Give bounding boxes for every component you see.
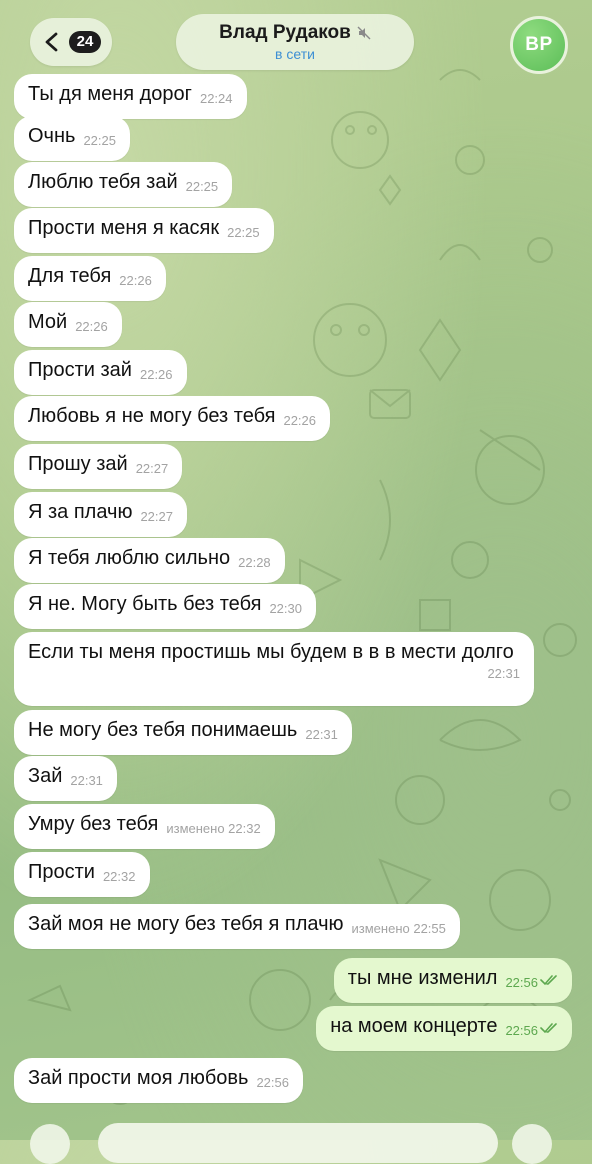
incoming-message[interactable]: Я тебя люблю сильно 22:28 [14,538,285,583]
incoming-message[interactable]: Я за плачю 22:27 [14,492,187,537]
attach-button[interactable] [30,1124,70,1164]
incoming-message[interactable]: Зай моя не могу без тебя я плачю изменено… [14,904,460,949]
incoming-message[interactable]: Я не. Могу быть без тебя 22:30 [14,584,316,629]
incoming-message[interactable]: Очнь 22:25 [14,116,130,161]
message-time: 22:25 [185,179,219,194]
message-time: 22:56 [505,975,538,990]
double-check-icon [540,975,557,986]
message-text: Очнь [28,125,76,147]
message-time: 22:24 [199,91,233,106]
message-text: Не могу без тебя понимаешь [28,719,298,741]
message-time: 22:31 [70,773,103,788]
message-time: 22:27 [140,509,173,524]
chat-header[interactable]: Влад Рудаков в сети [176,14,414,70]
incoming-message[interactable]: Люблю тебя зай 22:25 [14,162,233,207]
message-text: Люблю тебя зай [28,171,178,193]
message-text: Зай прости моя любовь [28,1067,249,1089]
outgoing-message[interactable]: ты мне изменил 22:56 [333,958,572,1003]
incoming-message[interactable]: Прости меня я касяк 22:25 [14,208,274,253]
message-text: Ты дя меня дорог [28,83,192,105]
avatar-initials: ВР [525,34,553,55]
message-text: на моем концерте [330,1015,498,1037]
incoming-message[interactable]: Прости зай 22:26 [14,350,187,395]
message-time: 22:30 [269,601,302,616]
avatar[interactable]: ВР [510,16,568,74]
message-text: Если ты меня простишь мы будем в в в мес… [28,641,514,663]
message-time: 22:25 [83,133,116,148]
message-text: Мой [28,311,68,333]
message-text: Зай моя не могу без тебя я плачю [28,913,344,935]
back-button[interactable]: 24 [30,18,112,66]
message-text: Прости зай [28,359,132,381]
incoming-message[interactable]: Ты дя меня дорог 22:24 [14,74,247,119]
message-text: Умру без тебя [28,813,159,835]
message-time: 22:28 [238,555,271,570]
incoming-message[interactable]: Не могу без тебя понимаешь 22:31 [14,710,352,755]
message-text: Зай [28,765,63,787]
message-time: 22:27 [135,461,169,476]
incoming-message[interactable]: Мой 22:26 [14,302,122,347]
outgoing-message[interactable]: на моем концерте 22:56 [316,1006,572,1051]
message-text: Прости меня я касяк [28,217,220,239]
message-text: Я за плачю [28,501,133,523]
message-time: 22:26 [119,273,152,288]
message-time: 22:56 [256,1075,289,1090]
message-time: 22:26 [139,367,173,382]
message-time: 22:32 [102,869,136,884]
message-text: Прошу зай [28,453,128,475]
mute-icon [357,26,371,40]
double-check-icon [540,1023,557,1034]
message-time: 22:31 [487,666,520,681]
unread-count-badge: 24 [68,31,102,53]
incoming-message[interactable]: Для тебя 22:26 [14,256,166,301]
message-text: Для тебя [28,265,112,287]
message-time: 22:26 [75,319,108,334]
incoming-message[interactable]: Зай 22:31 [14,756,117,801]
chevron-left-icon [45,32,58,52]
message-text: Я не. Могу быть без тебя [28,593,262,615]
message-text: ты мне изменил [347,967,498,989]
message-text: Любовь я не могу без тебя [28,405,276,427]
message-time: 22:56 [505,1023,538,1038]
message-time: 22:26 [283,413,317,428]
message-time: изменено 22:55 [351,921,446,936]
contact-name: Влад Рудаков [219,22,351,43]
message-input[interactable] [98,1123,498,1163]
message-text: Я тебя люблю сильно [28,547,231,569]
incoming-message[interactable]: Умру без тебя изменено 22:32 [14,804,275,849]
incoming-message[interactable]: Прошу зай 22:27 [14,444,183,489]
message-time: 22:31 [305,727,338,742]
incoming-message[interactable]: Если ты меня простишь мы будем в в в мес… [14,632,534,706]
incoming-message[interactable]: Любовь я не могу без тебя 22:26 [14,396,331,441]
message-time: изменено 22:32 [166,821,261,836]
incoming-message[interactable]: Прости 22:32 [14,852,150,897]
message-text: Прости [28,861,95,883]
mic-button[interactable] [512,1124,552,1164]
online-status: в сети [275,46,315,62]
message-time: 22:25 [227,225,260,240]
incoming-message[interactable]: Зай прости моя любовь 22:56 [14,1058,303,1103]
